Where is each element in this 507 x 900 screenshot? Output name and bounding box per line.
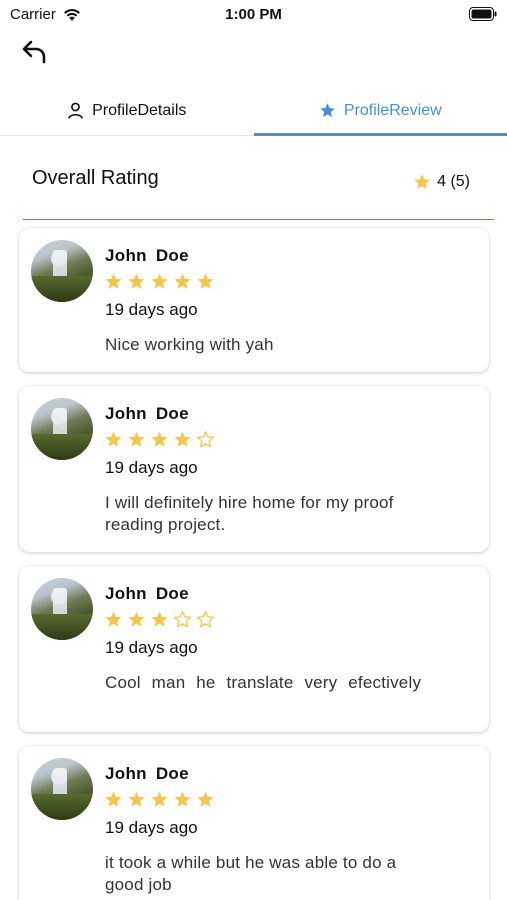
reviewer-name: John Doe [105,764,189,783]
star-filled-icon [128,791,145,807]
star-rating [104,790,215,809]
tab-profile-details[interactable]: ProfileDetails [0,86,254,135]
back-button[interactable] [18,38,52,66]
back-arrow-icon [22,40,46,64]
review-text: I will definitely hire home for my proof… [105,493,394,534]
overall-rating-section: Overall Rating 4 (5) [23,150,494,220]
tab-profile-review-label: ProfileReview [343,101,442,119]
review-date: 19 days ago [105,638,198,657]
screen: Carrier 1:00 PM ProfileDetails ProfileRe… [0,0,507,900]
avatar [31,398,93,460]
person-icon [68,102,83,119]
star-filled-icon [174,791,191,807]
review-date: 19 days ago [105,458,198,477]
review-text: Nice working with yah [105,335,274,354]
star-outline-icon [196,430,215,448]
review-card: John Doe 19 days ago it took a while but… [19,746,489,900]
avatar [31,240,93,302]
star-filled-icon [197,791,214,807]
review-card: John Doe 19 days ago Nice working with y… [19,228,489,372]
review-card: John Doe 19 days ago I will definitely h… [19,386,489,552]
battery-icon [469,7,497,21]
star-rating [104,272,215,291]
star-outline-icon [196,610,215,628]
review-date: 19 days ago [105,300,198,319]
reviewer-name: John Doe [105,584,189,603]
star-filled-icon [151,791,168,807]
star-filled-icon [105,791,122,807]
star-icon [320,103,335,118]
star-filled-icon [128,273,145,289]
clock: 1:00 PM [225,6,282,23]
review-card: John Doe 19 days ago Cool man he transla… [19,566,489,732]
tab-bar: ProfileDetails ProfileReview [0,86,507,136]
star-filled-icon [151,273,168,289]
star-filled-icon [151,431,168,447]
overall-rating-value-group: 4 (5) [413,173,470,191]
star-filled-icon [105,611,122,627]
star-filled-icon [105,273,122,289]
star-filled-icon [128,431,145,447]
star-icon [414,174,430,189]
star-filled-icon [197,273,214,289]
star-filled-icon [174,273,191,289]
star-filled-icon [105,431,122,447]
review-date: 19 days ago [105,818,198,837]
review-text: it took a while but he was able to do a … [105,853,397,894]
avatar [31,578,93,640]
avatar [31,758,93,820]
star-outline-icon [173,610,192,628]
tab-profile-details-label: ProfileDetails [92,101,187,119]
star-filled-icon [151,611,168,627]
review-text: Cool man he translate very efectively [105,673,422,692]
star-rating [104,610,215,629]
star-rating [104,430,215,449]
overall-rating-title: Overall Rating [32,167,159,189]
reviewer-name: John Doe [105,404,189,423]
overall-rating-value: 4 (5) [437,173,470,190]
reviewer-name: John Doe [105,246,189,265]
star-filled-icon [128,611,145,627]
tab-profile-review[interactable]: ProfileReview [253,86,507,136]
status-bar: Carrier 1:00 PM [0,0,507,28]
star-filled-icon [174,431,191,447]
